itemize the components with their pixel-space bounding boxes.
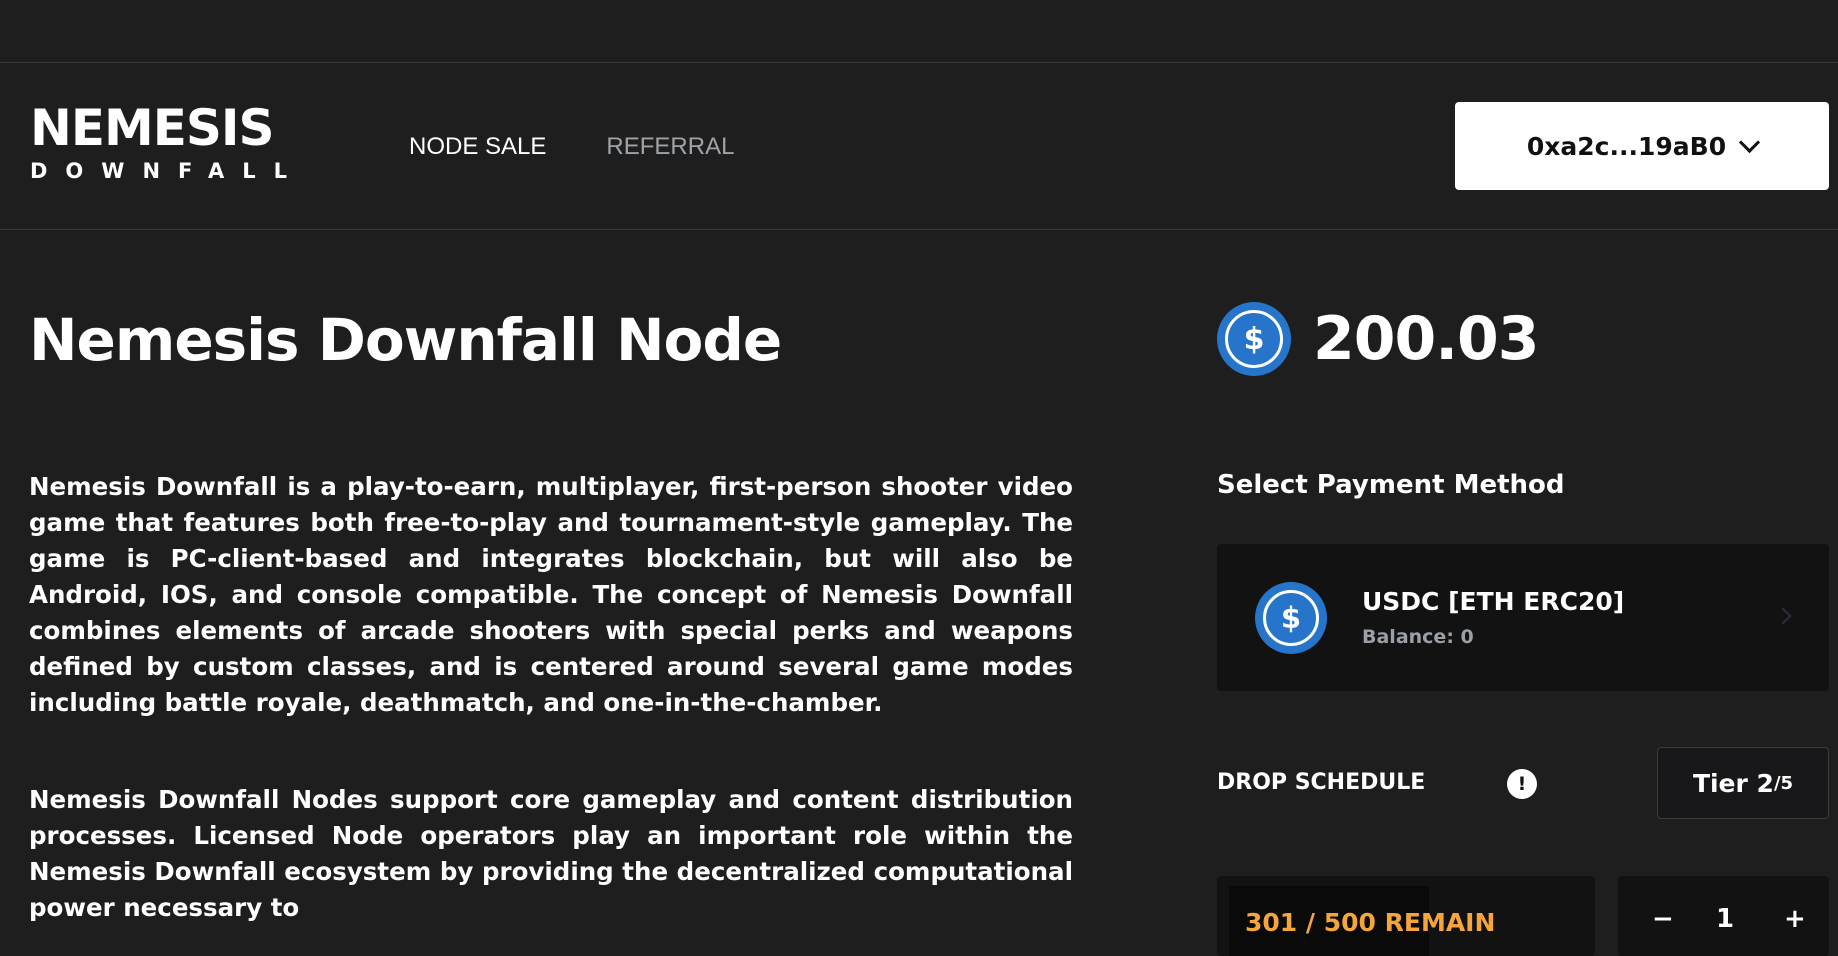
description-paragraph-1: Nemesis Downfall is a play-to-earn, mult… [29,472,1073,717]
chevron-down-icon [1739,131,1761,153]
tier-total: /5 [1773,772,1794,794]
remaining-count: 301 / 500 REMAIN [1245,908,1496,937]
price-display: $ 200.03 [1217,302,1540,376]
usdc-coin-icon: $ [1255,582,1327,654]
remaining-supply: 301 / 500 REMAIN [1217,876,1595,956]
usdc-coin-icon: $ [1217,302,1291,376]
logo[interactable]: NEMESIS DOWNFALL [30,103,305,183]
logo-top-text: NEMESIS [30,99,275,157]
dollar-symbol: $ [1225,310,1283,368]
logo-bottom-text: DOWNFALL [30,159,305,183]
tier-indicator: Tier 2/5 [1657,747,1829,819]
payment-method-label: Select Payment Method [1217,470,1565,500]
payment-method-option[interactable]: $ USDC [ETH ERC20] Balance: 0 [1217,544,1829,691]
page-title: Nemesis Downfall Node [29,306,782,374]
node-price: 200.03 [1313,304,1540,374]
quantity-stepper: − 1 + [1618,876,1829,956]
payment-method-name: USDC [ETH ERC20] [1362,587,1625,616]
nav-node-sale[interactable]: NODE SALE [409,133,546,161]
chevron-right-icon [1774,607,1792,625]
info-icon[interactable]: ! [1507,769,1537,799]
description-paragraph-2: Nemesis Downfall Nodes support core game… [29,785,1073,922]
wallet-button[interactable]: 0xa2c...19aB0 [1455,102,1829,190]
wallet-address: 0xa2c...19aB0 [1526,131,1727,161]
nav-referral[interactable]: REFERRAL [606,133,734,161]
payment-balance: Balance: 0 [1362,626,1474,648]
tier-current: Tier 2 [1692,768,1774,798]
quantity-value[interactable]: 1 [1716,904,1734,934]
top-bar [0,0,1838,63]
dollar-symbol: $ [1263,590,1319,646]
main-nav: NODE SALE REFERRAL [409,133,734,161]
increase-quantity-button[interactable]: + [1784,904,1806,934]
drop-schedule-label: DROP SCHEDULE [1217,770,1426,795]
decrease-quantity-button[interactable]: − [1652,904,1674,934]
site-header: NEMESIS DOWNFALL NODE SALE REFERRAL 0xa2… [0,63,1838,230]
